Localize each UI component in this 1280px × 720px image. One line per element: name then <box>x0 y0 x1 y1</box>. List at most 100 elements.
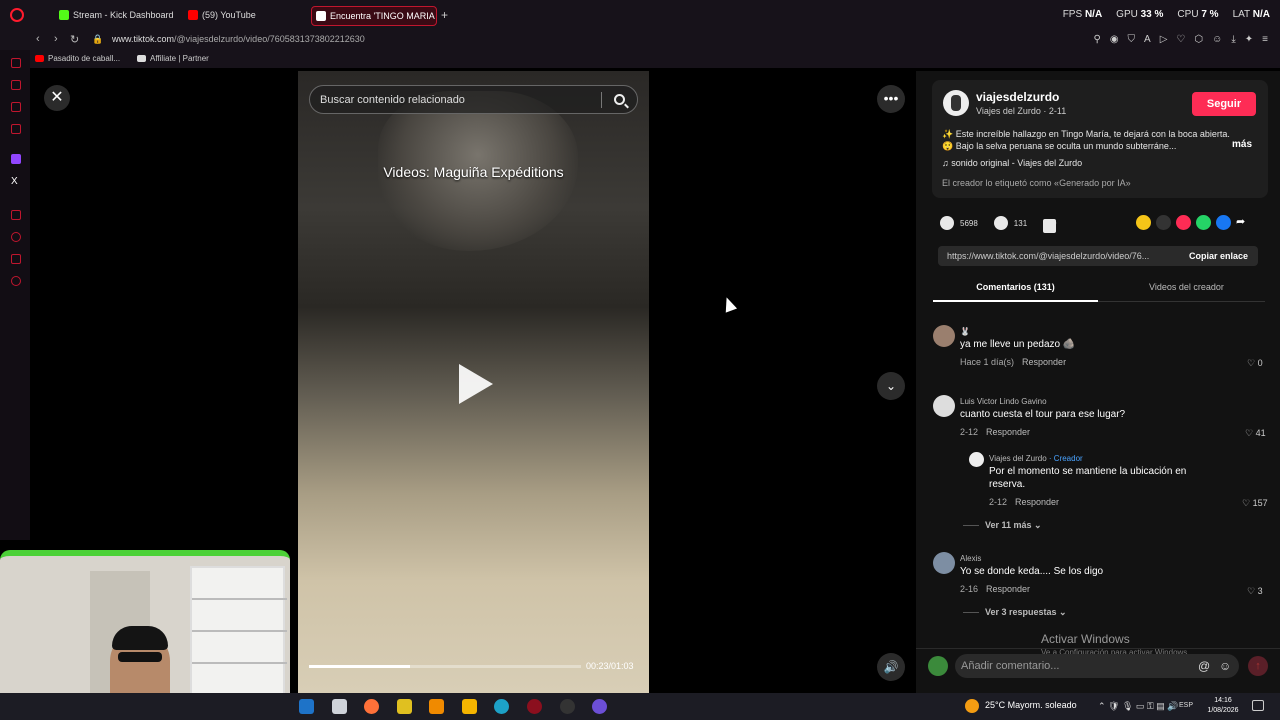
comment-like-button[interactable]: ♡ 157 <box>1242 498 1268 509</box>
video-progress-bar[interactable] <box>309 665 581 668</box>
ai-icon[interactable]: ✦ <box>1245 34 1253 45</box>
avatar[interactable] <box>943 90 969 116</box>
comment-author[interactable]: Viajes del Zurdo · Creador <box>989 454 1083 463</box>
video-time: 00:23/01:03 <box>586 661 634 671</box>
weather-widget[interactable]: 25°C Mayorm. soleado <box>965 699 1077 713</box>
back-button[interactable]: ‹ <box>36 33 40 45</box>
avatar[interactable] <box>928 656 948 676</box>
reply-button[interactable]: Responder <box>986 427 1030 437</box>
avatar[interactable] <box>933 325 955 347</box>
comment-author[interactable]: Alexis <box>960 554 981 563</box>
heart-icon <box>940 216 954 230</box>
tab-creator-videos[interactable]: Videos del creador <box>1108 282 1265 292</box>
address-bar: ‹ › ↻ 🔒 www.tiktok.com/@viajesdelzurdo/v… <box>0 30 1280 50</box>
notifications-icon[interactable] <box>1252 700 1264 711</box>
history-icon[interactable] <box>11 232 21 242</box>
facebook-icon[interactable] <box>1216 215 1231 230</box>
bookmark-item[interactable]: Pasadito de caball... <box>35 54 120 63</box>
search-icon[interactable] <box>614 94 625 105</box>
more-options-button[interactable]: ••• <box>877 85 905 113</box>
edge-icon[interactable] <box>494 699 509 714</box>
follow-button[interactable]: Seguir <box>1192 92 1256 116</box>
comment-icon <box>993 216 1008 230</box>
like-button[interactable]: 5698 <box>940 216 978 230</box>
next-video-button[interactable]: ⌄ <box>877 372 905 400</box>
mention-icon[interactable]: @ <box>1198 659 1210 673</box>
embed-icon[interactable] <box>1156 215 1171 230</box>
tab-youtube[interactable]: (59) YouTube <box>184 6 304 26</box>
settings-icon[interactable] <box>11 276 21 286</box>
vlc-icon[interactable] <box>429 699 444 714</box>
send-comment-button[interactable]: ↑ <box>1248 656 1268 676</box>
new-tab-button[interactable]: + <box>441 8 448 22</box>
discord-icon[interactable] <box>592 699 607 714</box>
copy-link-button[interactable]: Copiar enlace <box>1189 251 1248 261</box>
opera-icon[interactable] <box>527 699 542 714</box>
camera-icon[interactable]: ◉ <box>1110 34 1119 45</box>
send-icon[interactable] <box>1176 215 1191 230</box>
view-more-replies-button[interactable]: Ver 3 respuestas ⌄ <box>963 607 1067 618</box>
save-button[interactable]: 770 <box>1043 219 1057 233</box>
comment-author[interactable]: 🐰 <box>960 327 970 336</box>
volume-button[interactable]: 🔊 <box>877 653 905 681</box>
url-field[interactable]: www.tiktok.com/@viajesdelzurdo/video/760… <box>112 34 365 44</box>
reply-button[interactable]: Responder <box>1015 497 1059 507</box>
play-icon[interactable]: ▷ <box>1160 34 1168 45</box>
opera-logo-icon[interactable] <box>10 8 24 22</box>
sidebar-item-home[interactable] <box>11 58 21 68</box>
share-arrow-icon[interactable]: ➦ <box>1236 215 1251 230</box>
folder-icon[interactable] <box>462 699 477 714</box>
twitch-icon[interactable] <box>11 154 21 164</box>
comment-author[interactable]: Luis Victor Lindo Gavino <box>960 397 1047 406</box>
more-link[interactable]: más <box>1232 139 1252 150</box>
whatsapp-icon[interactable] <box>1196 215 1211 230</box>
obs-icon[interactable] <box>560 699 575 714</box>
account-icon[interactable]: ☺ <box>1212 34 1222 45</box>
menu-icon[interactable]: ≡ <box>1262 34 1268 45</box>
tab-tiktok-active[interactable]: Encuentra 'TINGO MARIA <box>311 6 437 26</box>
sound-link[interactable]: ♫ sonido original - Viajes del Zurdo <box>942 158 1082 168</box>
sidebar-item-mail[interactable] <box>11 124 21 134</box>
system-tray[interactable]: ⌃ 🛡 🎙 ▭ ⚿ ▤ 🔊 <box>1098 701 1178 712</box>
bookmark-item[interactable]: Affiliate | Partner <box>137 54 209 63</box>
extensions-icon[interactable]: ⬡ <box>1194 34 1203 45</box>
language-indicator[interactable]: ESP <box>1179 702 1193 709</box>
close-button[interactable]: ✕ <box>44 85 70 111</box>
shield-icon[interactable]: ⛉ <box>1128 34 1136 45</box>
heart-icon[interactable]: ♡ <box>1176 34 1185 45</box>
comment-button[interactable]: 131 <box>993 216 1027 230</box>
coin-icon[interactable] <box>1136 215 1151 230</box>
related-search-input[interactable]: Buscar contenido relacionado <box>309 85 638 114</box>
comment-like-button[interactable]: ♡ 41 <box>1245 428 1266 439</box>
translate-icon[interactable]: A <box>1144 34 1151 45</box>
avatar[interactable] <box>933 552 955 574</box>
share-url[interactable]: https://www.tiktok.com/@viajesdelzurdo/v… <box>947 251 1177 261</box>
firefox-icon[interactable] <box>364 699 379 714</box>
comment-like-button[interactable]: ♡ 3 <box>1247 586 1263 597</box>
emoji-icon[interactable]: ☺ <box>1219 659 1231 673</box>
file-explorer-icon[interactable] <box>332 699 347 714</box>
sidebar-item-messenger[interactable] <box>11 102 21 112</box>
sidebar-item-player[interactable] <box>11 210 21 220</box>
avatar[interactable] <box>969 452 984 467</box>
comment-input[interactable] <box>955 654 1239 678</box>
taskbar-clock[interactable]: 14:16 1/08/2026 <box>1203 696 1243 716</box>
x-icon[interactable]: X <box>11 176 21 187</box>
forward-button[interactable]: › <box>54 33 58 45</box>
app-icon[interactable] <box>397 699 412 714</box>
view-more-replies-button[interactable]: Ver 11 más ⌄ <box>963 520 1042 531</box>
sidebar-item-extensions[interactable] <box>11 254 21 264</box>
reply-button[interactable]: Responder <box>986 584 1030 594</box>
pin-icon[interactable]: ⚲ <box>1093 34 1100 45</box>
sidebar-item-aria[interactable] <box>11 80 21 90</box>
download-icon[interactable]: ⤓ <box>1231 34 1235 45</box>
avatar[interactable] <box>933 395 955 417</box>
tab-kick-dashboard[interactable]: Stream - Kick Dashboard <box>55 6 180 26</box>
reload-button[interactable]: ↻ <box>70 33 79 46</box>
creator-username[interactable]: viajesdelzurdo <box>976 90 1059 104</box>
outlook-icon[interactable] <box>299 699 314 714</box>
play-icon[interactable] <box>459 364 493 404</box>
tab-comments[interactable]: Comentarios (131) <box>933 282 1098 292</box>
reply-button[interactable]: Responder <box>1022 357 1066 367</box>
comment-like-button[interactable]: ♡ 0 <box>1247 358 1263 369</box>
